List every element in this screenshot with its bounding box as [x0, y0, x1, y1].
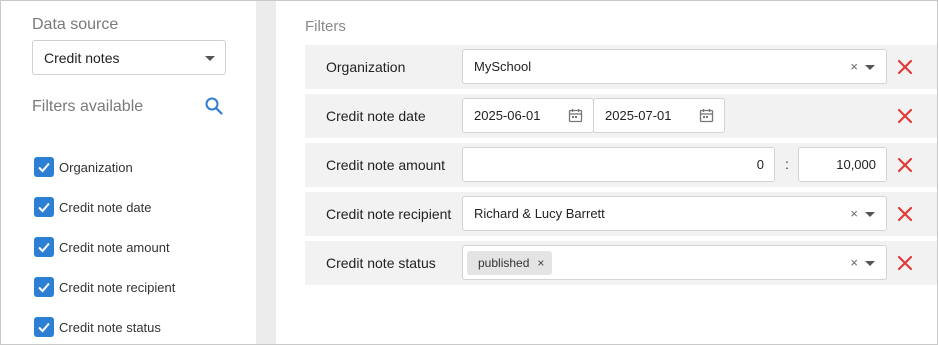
- check-icon: [34, 157, 54, 177]
- remove-filter-icon[interactable]: [895, 106, 915, 126]
- filter-checkbox-credit-note-recipient[interactable]: Credit note recipient: [34, 276, 175, 298]
- sidebar: Data source Credit notes Filters availab…: [1, 1, 256, 344]
- remove-filter-icon[interactable]: [895, 57, 915, 77]
- chevron-down-icon: [205, 56, 215, 61]
- amount-max-input[interactable]: 10,000: [798, 147, 887, 182]
- recipient-select[interactable]: Richard & Lucy Barrett ×: [462, 196, 887, 231]
- check-icon: [34, 277, 54, 297]
- clear-icon[interactable]: ×: [850, 206, 858, 221]
- organization-value: MySchool: [474, 59, 532, 74]
- filter-label: Credit note date: [326, 108, 426, 124]
- tag-remove-icon[interactable]: ×: [537, 256, 544, 270]
- remove-filter-icon[interactable]: [895, 155, 915, 175]
- date-from-value: 2025-06-01: [474, 108, 541, 123]
- filter-checkbox-credit-note-amount[interactable]: Credit note amount: [34, 236, 170, 258]
- check-icon: [34, 237, 54, 257]
- amount-max-value: 10,000: [836, 157, 876, 172]
- filter-checkbox-label: Credit note recipient: [59, 279, 176, 295]
- panel-divider: [256, 1, 276, 344]
- range-separator: :: [785, 156, 789, 172]
- clear-icon[interactable]: ×: [850, 255, 858, 270]
- date-from-input[interactable]: 2025-06-01: [462, 98, 594, 133]
- chevron-down-icon: [865, 65, 875, 70]
- amount-min-input[interactable]: 0: [462, 147, 775, 182]
- status-tag: published ×: [467, 251, 553, 275]
- chevron-down-icon: [865, 261, 875, 266]
- filter-checkbox-credit-note-date[interactable]: Credit note date: [34, 196, 152, 218]
- check-icon: [34, 317, 54, 337]
- filter-checkbox-label: Credit note date: [59, 199, 152, 215]
- filter-checkbox-label: Credit note amount: [59, 239, 170, 255]
- filter-label: Credit note status: [326, 255, 436, 271]
- clear-icon[interactable]: ×: [850, 59, 858, 74]
- filters-available-label: Filters available: [32, 98, 144, 115]
- filter-row-credit-note-amount: Credit note amount 0 : 10,000: [305, 143, 937, 187]
- filter-label: Credit note recipient: [326, 206, 452, 222]
- status-tag-label: published: [478, 256, 530, 270]
- filter-checkbox-credit-note-status[interactable]: Credit note status: [34, 316, 161, 338]
- filter-row-credit-note-date: Credit note date 2025-06-01 2025-07-01: [305, 94, 937, 138]
- check-icon: [34, 197, 54, 217]
- filter-checkbox-organization[interactable]: Organization: [34, 156, 133, 178]
- filter-label: Organization: [326, 59, 406, 75]
- filter-label: Credit note amount: [326, 157, 446, 173]
- date-to-input[interactable]: 2025-07-01: [593, 98, 725, 133]
- status-multiselect[interactable]: published × ×: [462, 245, 887, 280]
- filters-panel: Filters Organization MySchool × Credit n…: [276, 1, 937, 344]
- organization-select[interactable]: MySchool ×: [462, 49, 887, 84]
- filters-title: Filters: [305, 18, 346, 35]
- remove-filter-icon[interactable]: [895, 204, 915, 224]
- remove-filter-icon[interactable]: [895, 253, 915, 273]
- search-icon[interactable]: [204, 96, 224, 116]
- filter-row-credit-note-recipient: Credit note recipient Richard & Lucy Bar…: [305, 192, 937, 236]
- data-source-select[interactable]: Credit notes: [32, 40, 226, 75]
- amount-min-value: 0: [756, 157, 764, 172]
- data-source-label: Data source: [32, 16, 119, 33]
- recipient-value: Richard & Lucy Barrett: [474, 206, 605, 221]
- filter-checkbox-label: Organization: [59, 159, 133, 175]
- calendar-icon[interactable]: [568, 108, 583, 123]
- calendar-icon[interactable]: [699, 108, 714, 123]
- data-source-value: Credit notes: [44, 50, 120, 66]
- filter-row-credit-note-status: Credit note status published × ×: [305, 241, 937, 285]
- filter-checkbox-label: Credit note status: [59, 319, 161, 335]
- filter-row-organization: Organization MySchool ×: [305, 45, 937, 89]
- chevron-down-icon: [865, 212, 875, 217]
- date-to-value: 2025-07-01: [605, 108, 672, 123]
